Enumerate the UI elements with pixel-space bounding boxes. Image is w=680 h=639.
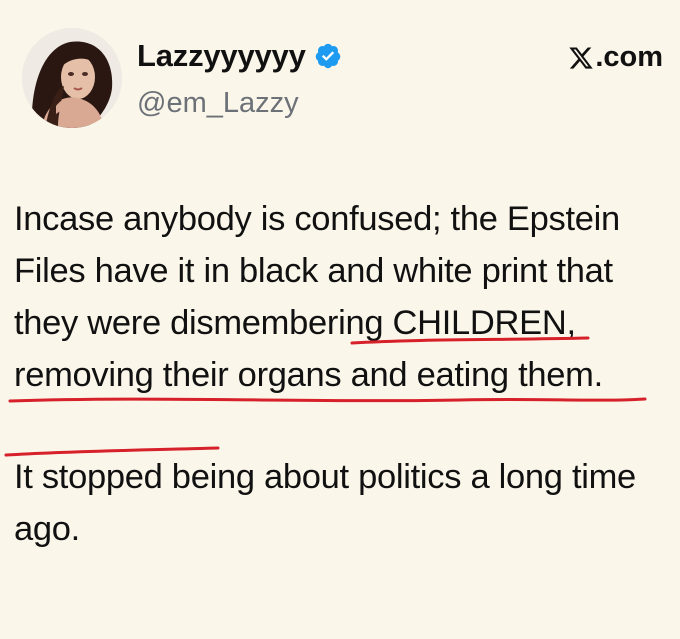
tweet-paragraph-1: Incase anybody is confused; the Epstein … xyxy=(14,200,620,394)
author-name-row: Lazzyyyyyy xyxy=(137,40,342,71)
brand-domain: .com xyxy=(568,43,663,72)
avatar[interactable] xyxy=(22,28,122,128)
verified-badge-icon xyxy=(315,43,340,68)
author-handle[interactable]: @em_Lazzy xyxy=(137,89,299,118)
tweet-body: Incase anybody is confused; the Epstein … xyxy=(14,193,654,555)
brand-domain-text: .com xyxy=(595,41,663,73)
tweet-paragraph-2: It stopped being about politics a long t… xyxy=(14,458,636,548)
x-logo-icon xyxy=(569,46,594,69)
avatar-image xyxy=(22,28,122,128)
author-display-name[interactable]: Lazzyyyyyy xyxy=(137,40,306,71)
